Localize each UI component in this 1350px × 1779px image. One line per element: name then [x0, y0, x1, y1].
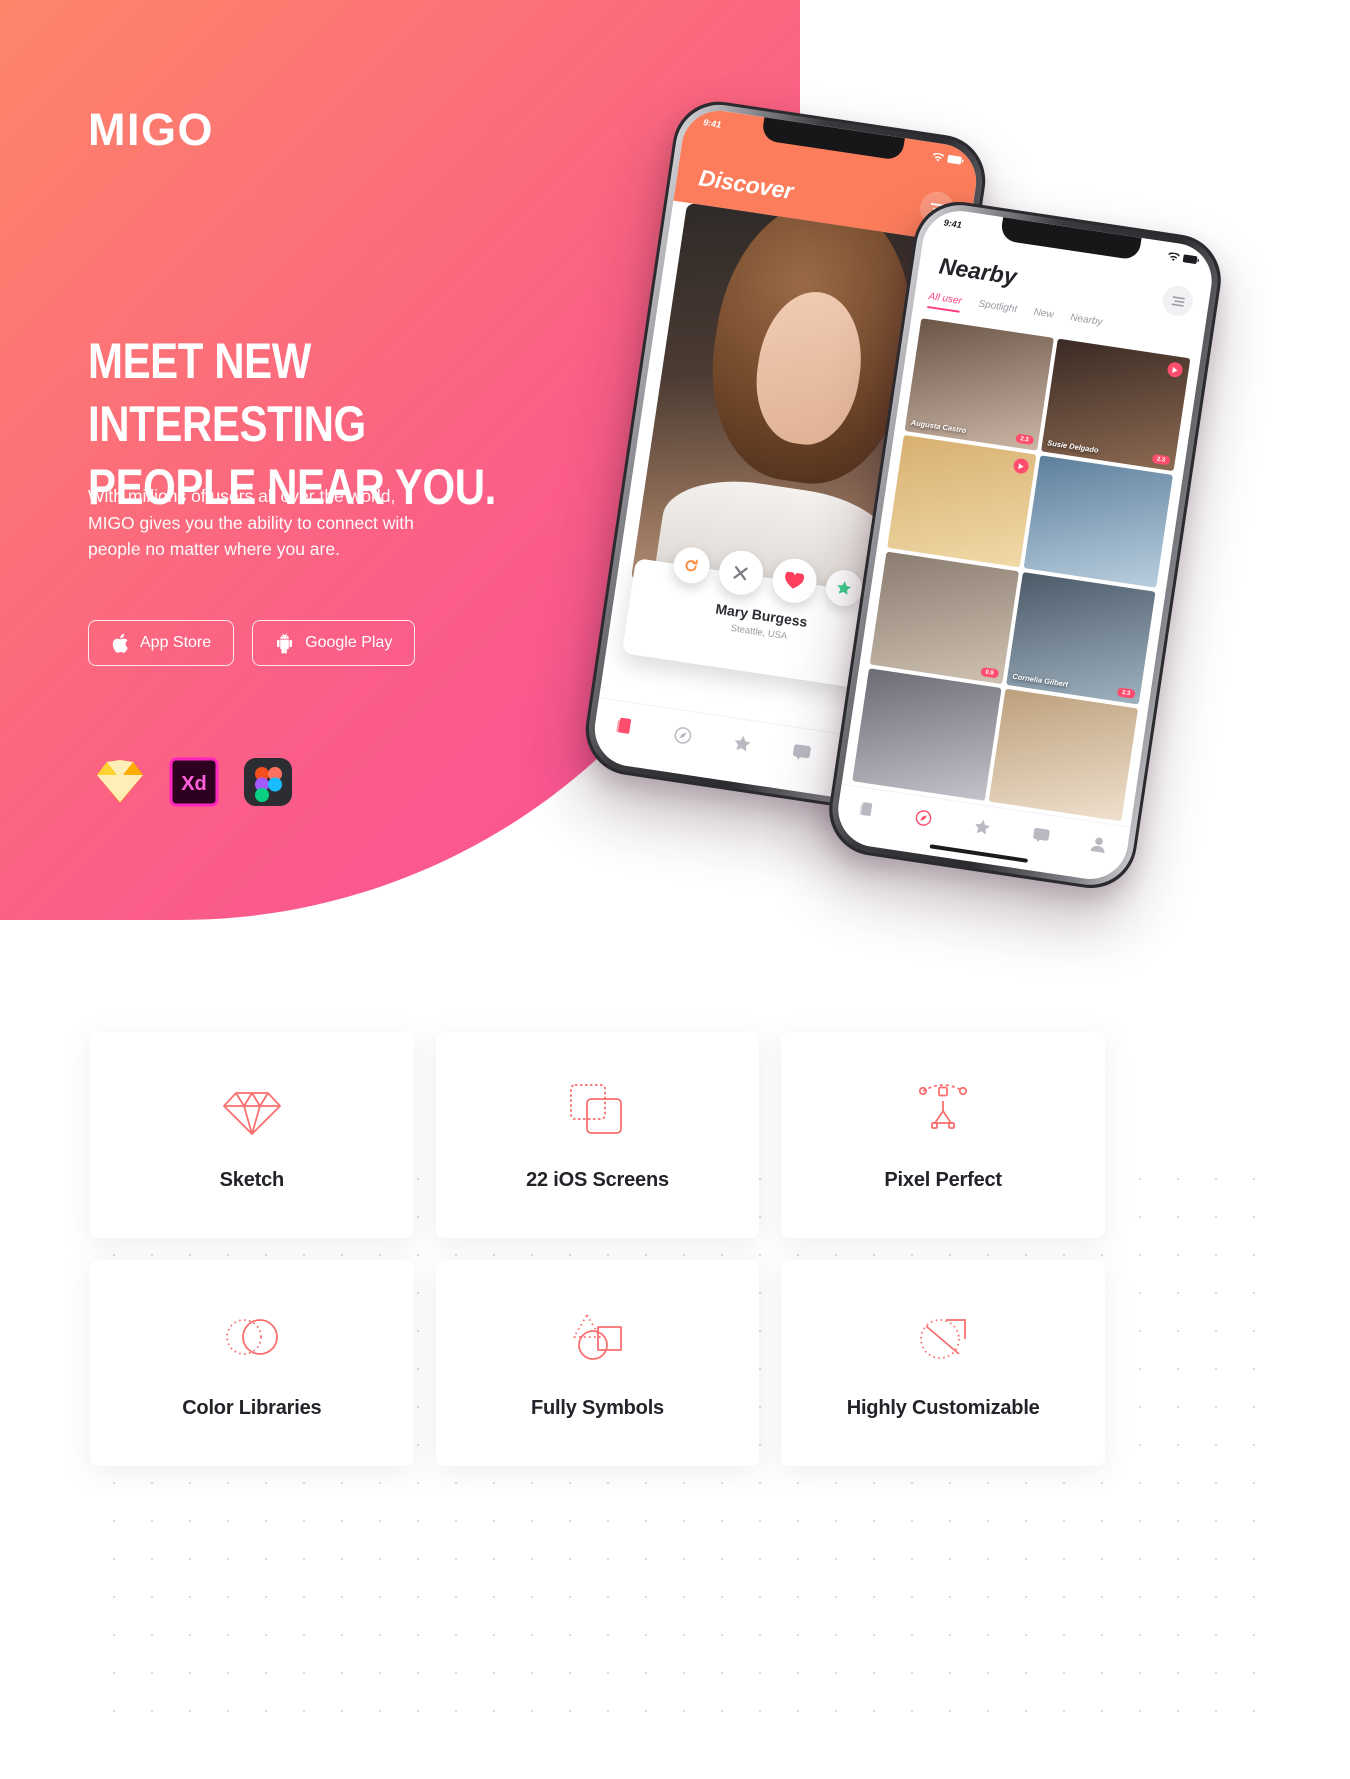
feature-label: Sketch: [219, 1168, 285, 1191]
apple-icon: [111, 633, 129, 654]
distance-badge: 2.3: [1014, 433, 1035, 446]
subcopy-line-2: MIGO gives you the ability to connect wi…: [88, 512, 414, 533]
status-time: 9:41: [702, 117, 722, 130]
headline-line-1: MEET NEW INTERESTING: [88, 333, 366, 452]
chat-icon[interactable]: [1031, 827, 1050, 848]
hamburger-icon[interactable]: [1160, 283, 1195, 318]
app-store-label: App Store: [140, 634, 212, 651]
wifi-icon: [1168, 251, 1180, 261]
star-icon[interactable]: [823, 567, 864, 609]
feature-card-highly-customizable[interactable]: Highly Customizable: [781, 1260, 1105, 1466]
svg-text:Xd: Xd: [181, 773, 207, 795]
heart-icon[interactable]: [769, 555, 820, 606]
battery-icon: [1182, 254, 1200, 264]
refresh-icon[interactable]: [670, 544, 712, 586]
distance-badge: 0.9: [979, 666, 1000, 679]
status-time: 9:41: [943, 217, 963, 231]
google-play-label: Google Play: [305, 634, 393, 651]
subcopy-line-1: With millions of users all over the worl…: [88, 486, 396, 506]
chat-icon[interactable]: [792, 744, 812, 767]
play-icon[interactable]: [1012, 457, 1030, 475]
person-cell[interactable]: Cornelia Gilbert 2.3: [1006, 571, 1156, 705]
distance-badge: 2.3: [1116, 687, 1136, 699]
phone-mockups: 9:41 Discover Mary Burgess Steattle, USA…: [579, 95, 1240, 895]
person-cell[interactable]: Augusta Castro 2.3: [904, 318, 1054, 451]
pen-tool-icon: [913, 1079, 973, 1139]
layers-icon: [567, 1079, 627, 1139]
nearby-people-grid: Augusta Castro 2.3 Susie Delgado 2.3 0.9: [852, 318, 1191, 822]
adobe-xd-icon: Xd: [169, 757, 219, 807]
features-section: Sketch 22 iOS Screens Pixel Perfect Colo…: [0, 1010, 1350, 1779]
person-cell[interactable]: 0.9: [869, 551, 1020, 685]
profile-icon[interactable]: [1090, 836, 1107, 858]
two-circles-icon: [222, 1307, 282, 1367]
shapes-icon: [567, 1307, 627, 1367]
status-icons: [1168, 251, 1200, 265]
feature-label: 22 iOS Screens: [526, 1168, 669, 1191]
feature-card-pixel-perfect[interactable]: Pixel Perfect: [781, 1032, 1105, 1238]
person-name: Augusta Castro: [910, 417, 967, 435]
feature-card-ios-screens[interactable]: 22 iOS Screens: [435, 1032, 760, 1238]
tab-new[interactable]: New: [1033, 307, 1054, 321]
star-icon[interactable]: [973, 818, 991, 840]
design-tool-icons: Xd: [95, 757, 293, 807]
star-icon[interactable]: [732, 735, 752, 758]
feature-card-color-libraries[interactable]: Color Libraries: [90, 1260, 414, 1466]
person-name: Susie Delgado: [1046, 438, 1100, 455]
android-icon: [275, 632, 294, 654]
wifi-icon: [932, 152, 945, 161]
circle-square-icon: [913, 1307, 973, 1367]
status-icons: [932, 152, 964, 165]
nearby-title: Nearby: [937, 252, 1019, 290]
person-name: Cornelia Gilbert: [1011, 671, 1069, 689]
feature-card-fully-symbols[interactable]: Fully Symbols: [435, 1260, 760, 1466]
hero-section: MIGO MEET NEW INTERESTING PEOPLE NEAR YO…: [0, 0, 1350, 1010]
play-icon[interactable]: [1166, 361, 1184, 379]
cards-icon[interactable]: [858, 801, 874, 823]
cards-icon[interactable]: [615, 717, 633, 741]
person-cell[interactable]: [852, 668, 1002, 801]
person-cell[interactable]: Susie Delgado 2.3: [1041, 338, 1191, 472]
subcopy-line-3: people no matter where you are.: [88, 539, 340, 559]
compass-icon[interactable]: [672, 725, 692, 749]
feature-label: Color Libraries: [182, 1396, 322, 1419]
person-cell[interactable]: [887, 434, 1037, 568]
diamond-icon: [222, 1079, 282, 1139]
sketch-icon: [95, 757, 145, 807]
feature-cards-grid: Sketch 22 iOS Screens Pixel Perfect Colo…: [90, 1032, 1105, 1466]
feature-label: Highly Customizable: [846, 1396, 1040, 1419]
tab-nearby[interactable]: Nearby: [1070, 312, 1104, 328]
tab-spotlight[interactable]: Spotlight: [978, 299, 1018, 316]
battery-icon: [947, 155, 964, 165]
feature-card-sketch[interactable]: Sketch: [90, 1032, 414, 1238]
person-cell[interactable]: [1023, 455, 1173, 588]
feature-label: Fully Symbols: [530, 1396, 664, 1419]
distance-badge: 2.3: [1151, 453, 1171, 466]
store-buttons: App Store Google Play: [88, 620, 416, 666]
app-store-button[interactable]: App Store: [88, 620, 235, 666]
compass-icon[interactable]: [914, 809, 933, 832]
feature-label: Pixel Perfect: [884, 1168, 1002, 1191]
tab-all-user[interactable]: All user: [928, 291, 963, 307]
brand-logo: MIGO: [88, 104, 214, 155]
figma-icon: [243, 757, 293, 807]
close-icon[interactable]: [715, 547, 766, 598]
google-play-button[interactable]: Google Play: [252, 620, 416, 666]
hero-description: With millions of users all over the worl…: [88, 483, 528, 563]
person-cell[interactable]: [988, 688, 1139, 822]
